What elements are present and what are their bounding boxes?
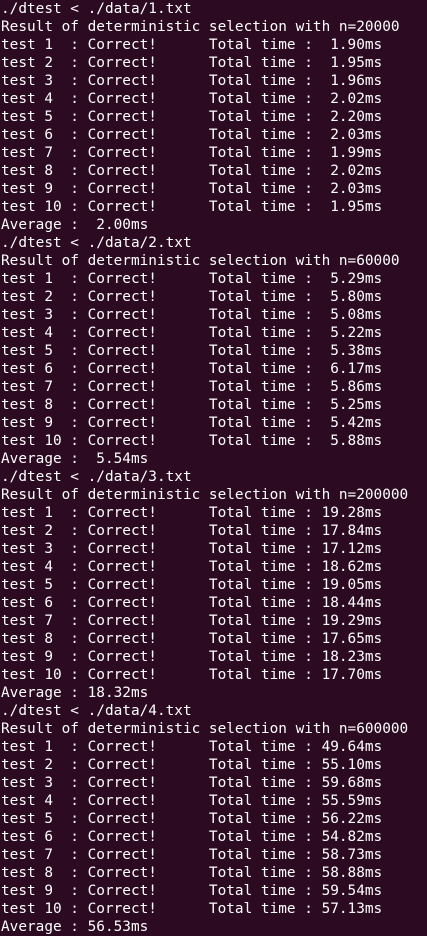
test-result-line: test 10 : Correct! Total time : 17.70ms: [1, 667, 383, 683]
test-result-line: test 5 : Correct! Total time : 5.38ms: [1, 343, 383, 359]
test-result-line: test 1 : Correct! Total time : 1.90ms: [1, 37, 383, 53]
test-result-line: test 8 : Correct! Total time : 5.25ms: [1, 397, 383, 413]
test-result-line: test 7 : Correct! Total time : 5.86ms: [1, 379, 383, 395]
test-result-line: test 2 : Correct! Total time : 1.95ms: [1, 55, 383, 71]
test-result-line: test 9 : Correct! Total time : 59.54ms: [1, 883, 383, 899]
test-result-line: test 1 : Correct! Total time : 19.28ms: [1, 505, 383, 521]
test-result-line: test 8 : Correct! Total time : 58.88ms: [1, 865, 383, 881]
result-header: Result of deterministic selection with n…: [1, 19, 400, 35]
test-result-line: test 7 : Correct! Total time : 58.73ms: [1, 847, 383, 863]
average-line: Average : 2.00ms: [1, 217, 149, 233]
test-result-line: test 7 : Correct! Total time : 19.29ms: [1, 613, 383, 629]
command-line: ./dtest < ./data/1.txt: [1, 1, 192, 17]
test-result-line: test 5 : Correct! Total time : 2.20ms: [1, 109, 383, 125]
test-result-line: test 2 : Correct! Total time : 55.10ms: [1, 757, 383, 773]
test-result-line: test 4 : Correct! Total time : 18.62ms: [1, 559, 383, 575]
command-line: ./dtest < ./data/3.txt: [1, 469, 192, 485]
test-result-line: test 3 : Correct! Total time : 59.68ms: [1, 775, 383, 791]
test-result-line: test 6 : Correct! Total time : 18.44ms: [1, 595, 383, 611]
average-line: Average : 56.53ms: [1, 919, 149, 935]
test-result-line: test 5 : Correct! Total time : 56.22ms: [1, 811, 383, 827]
test-result-line: test 8 : Correct! Total time : 17.65ms: [1, 631, 383, 647]
test-result-line: test 4 : Correct! Total time : 5.22ms: [1, 325, 383, 341]
test-result-line: test 3 : Correct! Total time : 1.96ms: [1, 73, 383, 89]
command-line: ./dtest < ./data/4.txt: [1, 703, 192, 719]
test-result-line: test 10 : Correct! Total time : 57.13ms: [1, 901, 383, 917]
test-result-line: test 4 : Correct! Total time : 55.59ms: [1, 793, 383, 809]
average-line: Average : 18.32ms: [1, 685, 149, 701]
test-result-line: test 10 : Correct! Total time : 5.88ms: [1, 433, 383, 449]
result-header: Result of deterministic selection with n…: [1, 721, 409, 737]
test-result-line: test 4 : Correct! Total time : 2.02ms: [1, 91, 383, 107]
test-result-line: test 6 : Correct! Total time : 2.03ms: [1, 127, 383, 143]
test-result-line: test 3 : Correct! Total time : 17.12ms: [1, 541, 383, 557]
terminal-output[interactable]: ./dtest < ./data/1.txt Result of determin…: [0, 0, 427, 936]
test-result-line: test 9 : Correct! Total time : 18.23ms: [1, 649, 383, 665]
test-result-line: test 8 : Correct! Total time : 2.02ms: [1, 163, 383, 179]
test-result-line: test 2 : Correct! Total time : 5.80ms: [1, 289, 383, 305]
result-header: Result of deterministic selection with n…: [1, 253, 400, 269]
result-header: Result of deterministic selection with n…: [1, 487, 409, 503]
test-result-line: test 6 : Correct! Total time : 6.17ms: [1, 361, 383, 377]
test-result-line: test 6 : Correct! Total time : 54.82ms: [1, 829, 383, 845]
average-line: Average : 5.54ms: [1, 451, 149, 467]
test-result-line: test 9 : Correct! Total time : 2.03ms: [1, 181, 383, 197]
test-result-line: test 10 : Correct! Total time : 1.95ms: [1, 199, 383, 215]
test-result-line: test 1 : Correct! Total time : 5.29ms: [1, 271, 383, 287]
command-line: ./dtest < ./data/2.txt: [1, 235, 192, 251]
test-result-line: test 7 : Correct! Total time : 1.99ms: [1, 145, 383, 161]
test-result-line: test 5 : Correct! Total time : 19.05ms: [1, 577, 383, 593]
test-result-line: test 3 : Correct! Total time : 5.08ms: [1, 307, 383, 323]
test-result-line: test 2 : Correct! Total time : 17.84ms: [1, 523, 383, 539]
test-result-line: test 9 : Correct! Total time : 5.42ms: [1, 415, 383, 431]
test-result-line: test 1 : Correct! Total time : 49.64ms: [1, 739, 383, 755]
